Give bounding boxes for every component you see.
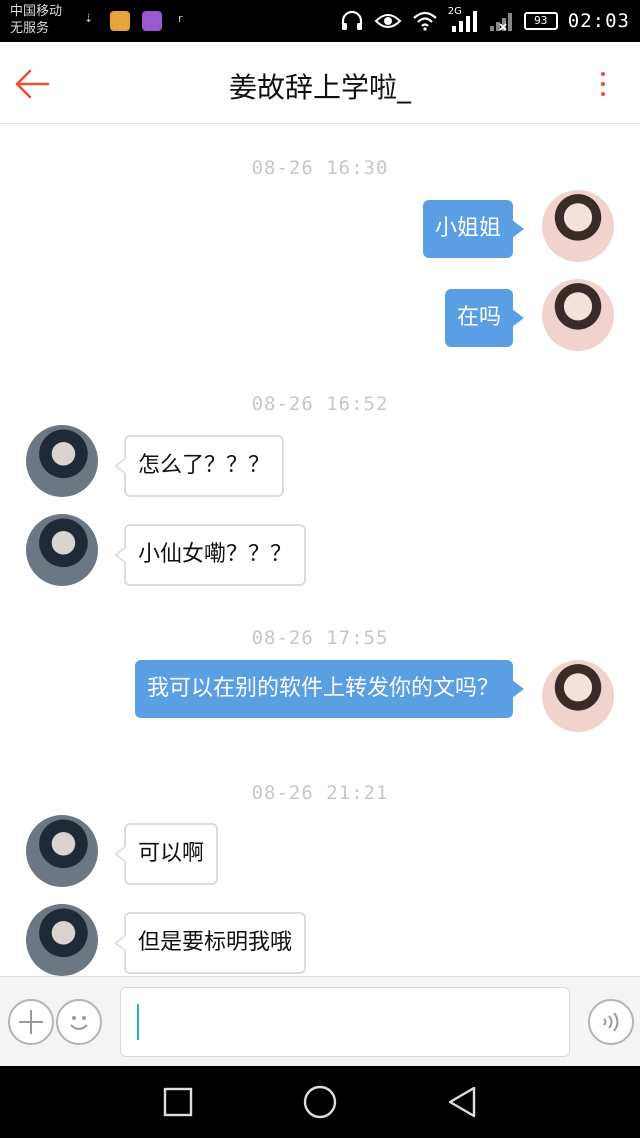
contact-avatar[interactable] — [26, 815, 98, 887]
clock: 02:03 — [567, 10, 630, 32]
headphones-icon — [341, 10, 362, 30]
carrier-status: 无服务 — [10, 21, 50, 36]
contact-avatar[interactable] — [26, 425, 98, 497]
chat-header: 姜故辞上学啦_ — [0, 42, 640, 124]
add-button[interactable] — [8, 999, 54, 1045]
data-arrow-icon: ⇣ — [84, 12, 94, 25]
input-bar — [0, 976, 640, 1066]
message-bubble-outgoing[interactable]: 在吗 — [444, 289, 525, 347]
battery-icon: 93 — [523, 12, 558, 30]
voice-button[interactable] — [588, 999, 634, 1045]
message-input[interactable] — [120, 987, 570, 1057]
wifi-icon — [413, 11, 437, 31]
message-bubble-incoming[interactable]: 但是要标明我哦 — [113, 912, 307, 974]
arrow-left-icon — [15, 69, 50, 99]
notification-app-icon — [110, 11, 130, 31]
circle-icon — [303, 1085, 337, 1119]
more-vertical-icon-dot — [601, 92, 605, 96]
message-bubble-incoming[interactable]: 可以啊 — [113, 823, 219, 885]
my-avatar[interactable] — [542, 279, 614, 351]
gallery-app-icon — [142, 11, 162, 31]
recent-apps-button[interactable] — [160, 1084, 196, 1120]
square-icon — [163, 1087, 193, 1117]
message-bubble-outgoing[interactable]: 小姐姐 — [422, 200, 525, 258]
message-bubble-incoming[interactable]: 小仙女嘞？？？ — [113, 524, 307, 586]
eye-icon — [374, 14, 402, 28]
voice-wave-icon — [603, 1012, 619, 1032]
back-button[interactable] — [12, 64, 52, 104]
chat-title: 姜故辞上学啦_ — [228, 71, 411, 104]
battery-level: 93 — [534, 14, 548, 27]
more-vertical-icon-dot — [601, 82, 605, 86]
home-button[interactable] — [302, 1084, 338, 1120]
contact-avatar[interactable] — [26, 904, 98, 976]
carrier-info: 中国移动 无服务 — [10, 3, 62, 37]
status-bar: 中国移动 无服务 ⇣ r 2G 93 02:03 — [0, 0, 640, 42]
more-options-button[interactable] — [596, 68, 610, 100]
cell-signal-icon: 2G — [448, 6, 478, 34]
message-bubble-outgoing[interactable]: 我可以在别的软件上转发你的文吗？ — [135, 660, 524, 718]
system-navigation-bar — [0, 1066, 640, 1138]
plus-icon — [19, 1010, 43, 1034]
no-signal-icon — [489, 13, 512, 31]
emoji-button[interactable] — [56, 999, 102, 1045]
my-avatar[interactable] — [542, 190, 614, 262]
timestamp: 08-26 16:30 — [251, 157, 389, 179]
timestamp: 08-26 21:21 — [251, 782, 389, 804]
signal-small-icon: r — [178, 12, 183, 25]
my-avatar[interactable] — [542, 660, 614, 732]
timestamp: 08-26 17:55 — [251, 627, 389, 649]
text-caret — [137, 1004, 139, 1040]
message-list[interactable]: 08-26 16:30 小姐姐 在吗 08-26 16:52 怎么了？？？ 小仙… — [0, 125, 640, 976]
carrier-name: 中国移动 — [10, 4, 63, 19]
smiley-icon — [70, 1016, 88, 1030]
contact-avatar[interactable] — [26, 514, 98, 586]
back-nav-button[interactable] — [444, 1084, 480, 1120]
message-bubble-incoming[interactable]: 怎么了？？？ — [113, 435, 285, 497]
status-icons: 2G 93 02:03 — [340, 0, 630, 42]
timestamp: 08-26 16:52 — [251, 393, 389, 415]
more-vertical-icon-dot — [601, 72, 605, 76]
triangle-back-icon — [448, 1086, 476, 1118]
